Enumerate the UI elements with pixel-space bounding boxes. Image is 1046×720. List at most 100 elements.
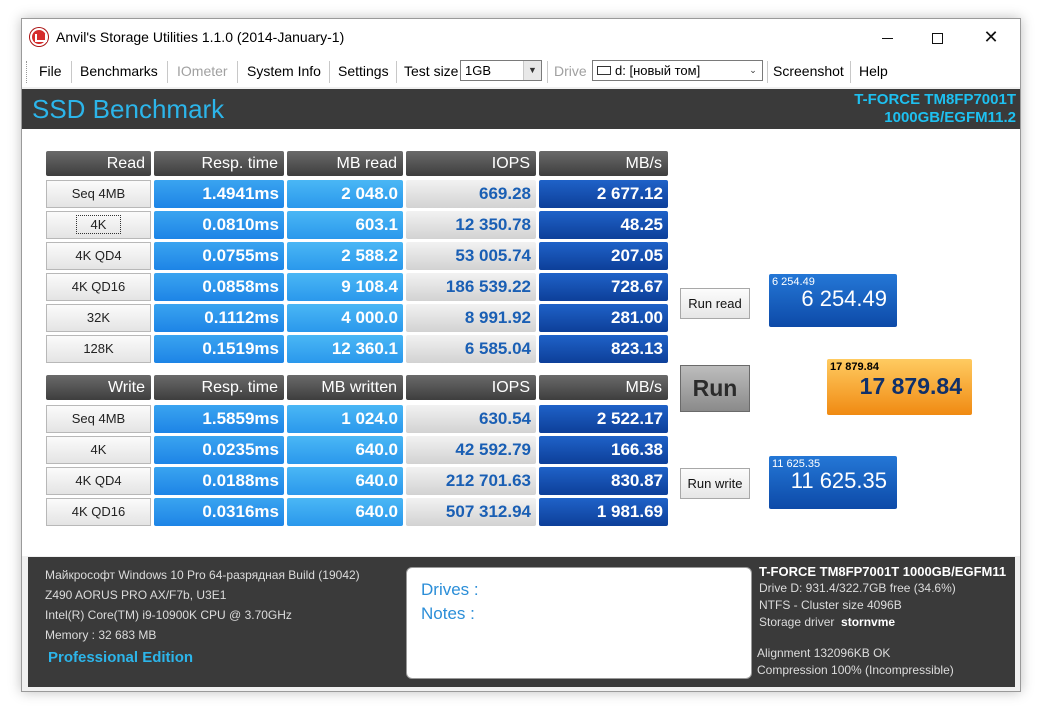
menu-separator (237, 61, 238, 83)
total-score-small: 17 879.84 (830, 361, 879, 373)
menu-system-info[interactable]: System Info (247, 63, 321, 79)
read-row-4k-button[interactable]: 4K (46, 211, 151, 239)
window-title: Anvil's Storage Utilities 1.1.0 (2014-Ja… (56, 29, 345, 45)
close-button[interactable]: ✕ (968, 19, 1014, 55)
read-row-4kqd4-button[interactable]: 4K QD4 (46, 242, 151, 270)
read-4kqd4-iops: 53 005.74 (406, 242, 536, 270)
page-title: SSD Benchmark (32, 94, 225, 124)
system-info: Майкрософт Windows 10 Pro 64-разрядная B… (45, 565, 360, 645)
resp-time-header: Resp. time (154, 375, 284, 400)
iops-header: IOPS (406, 375, 536, 400)
chevron-down-icon: ⌄ (744, 61, 762, 80)
read-seq4mb-resp: 1.4941ms (154, 180, 284, 208)
storage-driver: Storage driver stornvme (759, 614, 1006, 631)
write-4kqd16-mb: 640.0 (287, 498, 403, 526)
read-4k-resp: 0.0810ms (154, 211, 284, 239)
write-4kqd16-mbs: 1 981.69 (539, 498, 668, 526)
notes-label: Notes : (421, 604, 475, 623)
read-row-32k-button[interactable]: 32K (46, 304, 151, 332)
read-4kqd4-resp: 0.0755ms (154, 242, 284, 270)
alignment-status: Alignment 132096KB OK (757, 646, 891, 660)
drive-info-title: T-FORCE TM8FP7001T 1000GB/EGFM11 (759, 564, 1007, 579)
write-seq4mb-resp: 1.5859ms (154, 405, 284, 433)
read-seq4mb-mbs: 2 677.12 (539, 180, 668, 208)
read-row-seq4mb-button[interactable]: Seq 4MB (46, 180, 151, 208)
close-icon: ✕ (983, 27, 999, 47)
maximize-button[interactable] (914, 19, 960, 55)
menu-screenshot[interactable]: Screenshot (773, 63, 844, 79)
memory-info: Memory : 32 683 MB (45, 628, 157, 642)
maximize-icon (931, 32, 943, 44)
cpu-info: Intel(R) Core(TM) i9-10900K CPU @ 3.70GH… (45, 608, 292, 622)
write-4kqd16-resp: 0.0316ms (154, 498, 284, 526)
menu-file[interactable]: File (39, 63, 62, 79)
write-score-value: 11 625.35 (790, 468, 887, 493)
ntfs-info: NTFS - Cluster size 4096B (759, 598, 902, 612)
menu-separator (167, 61, 168, 83)
read-4kqd16-mb: 9 108.4 (287, 273, 403, 301)
drive-model-line2: 1000GB/EGFM11.2 (884, 109, 1016, 126)
compression-status: Compression 100% (Incompressible) (757, 663, 954, 677)
menu-separator (850, 61, 851, 83)
edition-label: Professional Edition (48, 649, 194, 666)
read-header: Read (46, 151, 151, 176)
drive-model-line1: T-FORCE TM8FP7001T (854, 91, 1016, 108)
write-4kqd4-mb: 640.0 (287, 467, 403, 495)
read-row-4kqd16-button[interactable]: 4K QD16 (46, 273, 151, 301)
read-4kqd16-resp: 0.0858ms (154, 273, 284, 301)
menu-separator (396, 61, 397, 83)
motherboard-info: Z490 AORUS PRO AX/F7b, U3E1 (45, 588, 227, 602)
run-write-button[interactable]: Run write (680, 468, 750, 499)
read-4kqd16-mbs: 728.67 (539, 273, 668, 301)
benchmark-header: SSD Benchmark T-FORCE TM8FP7001T 1000GB/… (22, 89, 1020, 129)
total-score-value: 17 879.84 (859, 373, 962, 399)
read-4k-mb: 603.1 (287, 211, 403, 239)
read-seq4mb-iops: 669.28 (406, 180, 536, 208)
write-4k-iops: 42 592.79 (406, 436, 536, 464)
drive-icon (597, 66, 611, 76)
title-bar: Anvil's Storage Utilities 1.1.0 (2014-Ja… (22, 19, 1020, 55)
menu-separator (329, 61, 330, 83)
write-row-4kqd16-button[interactable]: 4K QD16 (46, 498, 151, 526)
alignment-info: Alignment 132096KB OK Compression 100% (… (757, 645, 954, 679)
run-read-button[interactable]: Run read (680, 288, 750, 319)
test-size-label: Test size (404, 63, 459, 79)
drive-free: Drive D: 931.4/322.7GB free (34.6%) (759, 581, 956, 595)
write-row-4k-button[interactable]: 4K (46, 436, 151, 464)
write-row-4kqd4-button[interactable]: 4K QD4 (46, 467, 151, 495)
drive-value: d: [новый том] (615, 63, 701, 78)
write-4kqd4-resp: 0.0188ms (154, 467, 284, 495)
test-size-select[interactable]: 1GB ▼ (460, 60, 542, 81)
mb-written-header: MB written (287, 375, 403, 400)
write-row-seq4mb-button[interactable]: Seq 4MB (46, 405, 151, 433)
menu-iometer[interactable]: IOmeter (177, 63, 228, 79)
read-32k-iops: 8 991.92 (406, 304, 536, 332)
notes-box[interactable]: Drives : Notes : (406, 567, 752, 679)
mbs-header: MB/s (539, 375, 668, 400)
minimize-button[interactable] (864, 19, 910, 55)
storage-driver-label: Storage driver (759, 615, 835, 629)
menu-separator (71, 61, 72, 83)
read-score: 6 254.49 6 254.49 (769, 274, 897, 327)
write-seq4mb-mbs: 2 522.17 (539, 405, 668, 433)
read-row-128k-button[interactable]: 128K (46, 335, 151, 363)
read-128k-mbs: 823.13 (539, 335, 668, 363)
run-button[interactable]: Run (680, 365, 750, 412)
read-32k-mbs: 281.00 (539, 304, 668, 332)
os-info: Майкрософт Windows 10 Pro 64-разрядная B… (45, 568, 360, 582)
drive-label: Drive (554, 63, 587, 79)
write-4k-mb: 640.0 (287, 436, 403, 464)
minimize-icon (881, 37, 893, 39)
drive-select[interactable]: d: [новый том] ⌄ (592, 60, 763, 81)
read-32k-resp: 0.1112ms (154, 304, 284, 332)
iops-header: IOPS (406, 151, 536, 176)
read-seq4mb-mb: 2 048.0 (287, 180, 403, 208)
drive-info: T-FORCE TM8FP7001T 1000GB/EGFM11 Drive D… (759, 563, 1006, 631)
read-128k-resp: 0.1519ms (154, 335, 284, 363)
storage-driver-value: stornvme (841, 615, 896, 629)
read-4kqd4-mbs: 207.05 (539, 242, 668, 270)
menu-help[interactable]: Help (859, 63, 888, 79)
menu-benchmarks[interactable]: Benchmarks (80, 63, 158, 79)
write-4kqd4-mbs: 830.87 (539, 467, 668, 495)
menu-settings[interactable]: Settings (338, 63, 389, 79)
